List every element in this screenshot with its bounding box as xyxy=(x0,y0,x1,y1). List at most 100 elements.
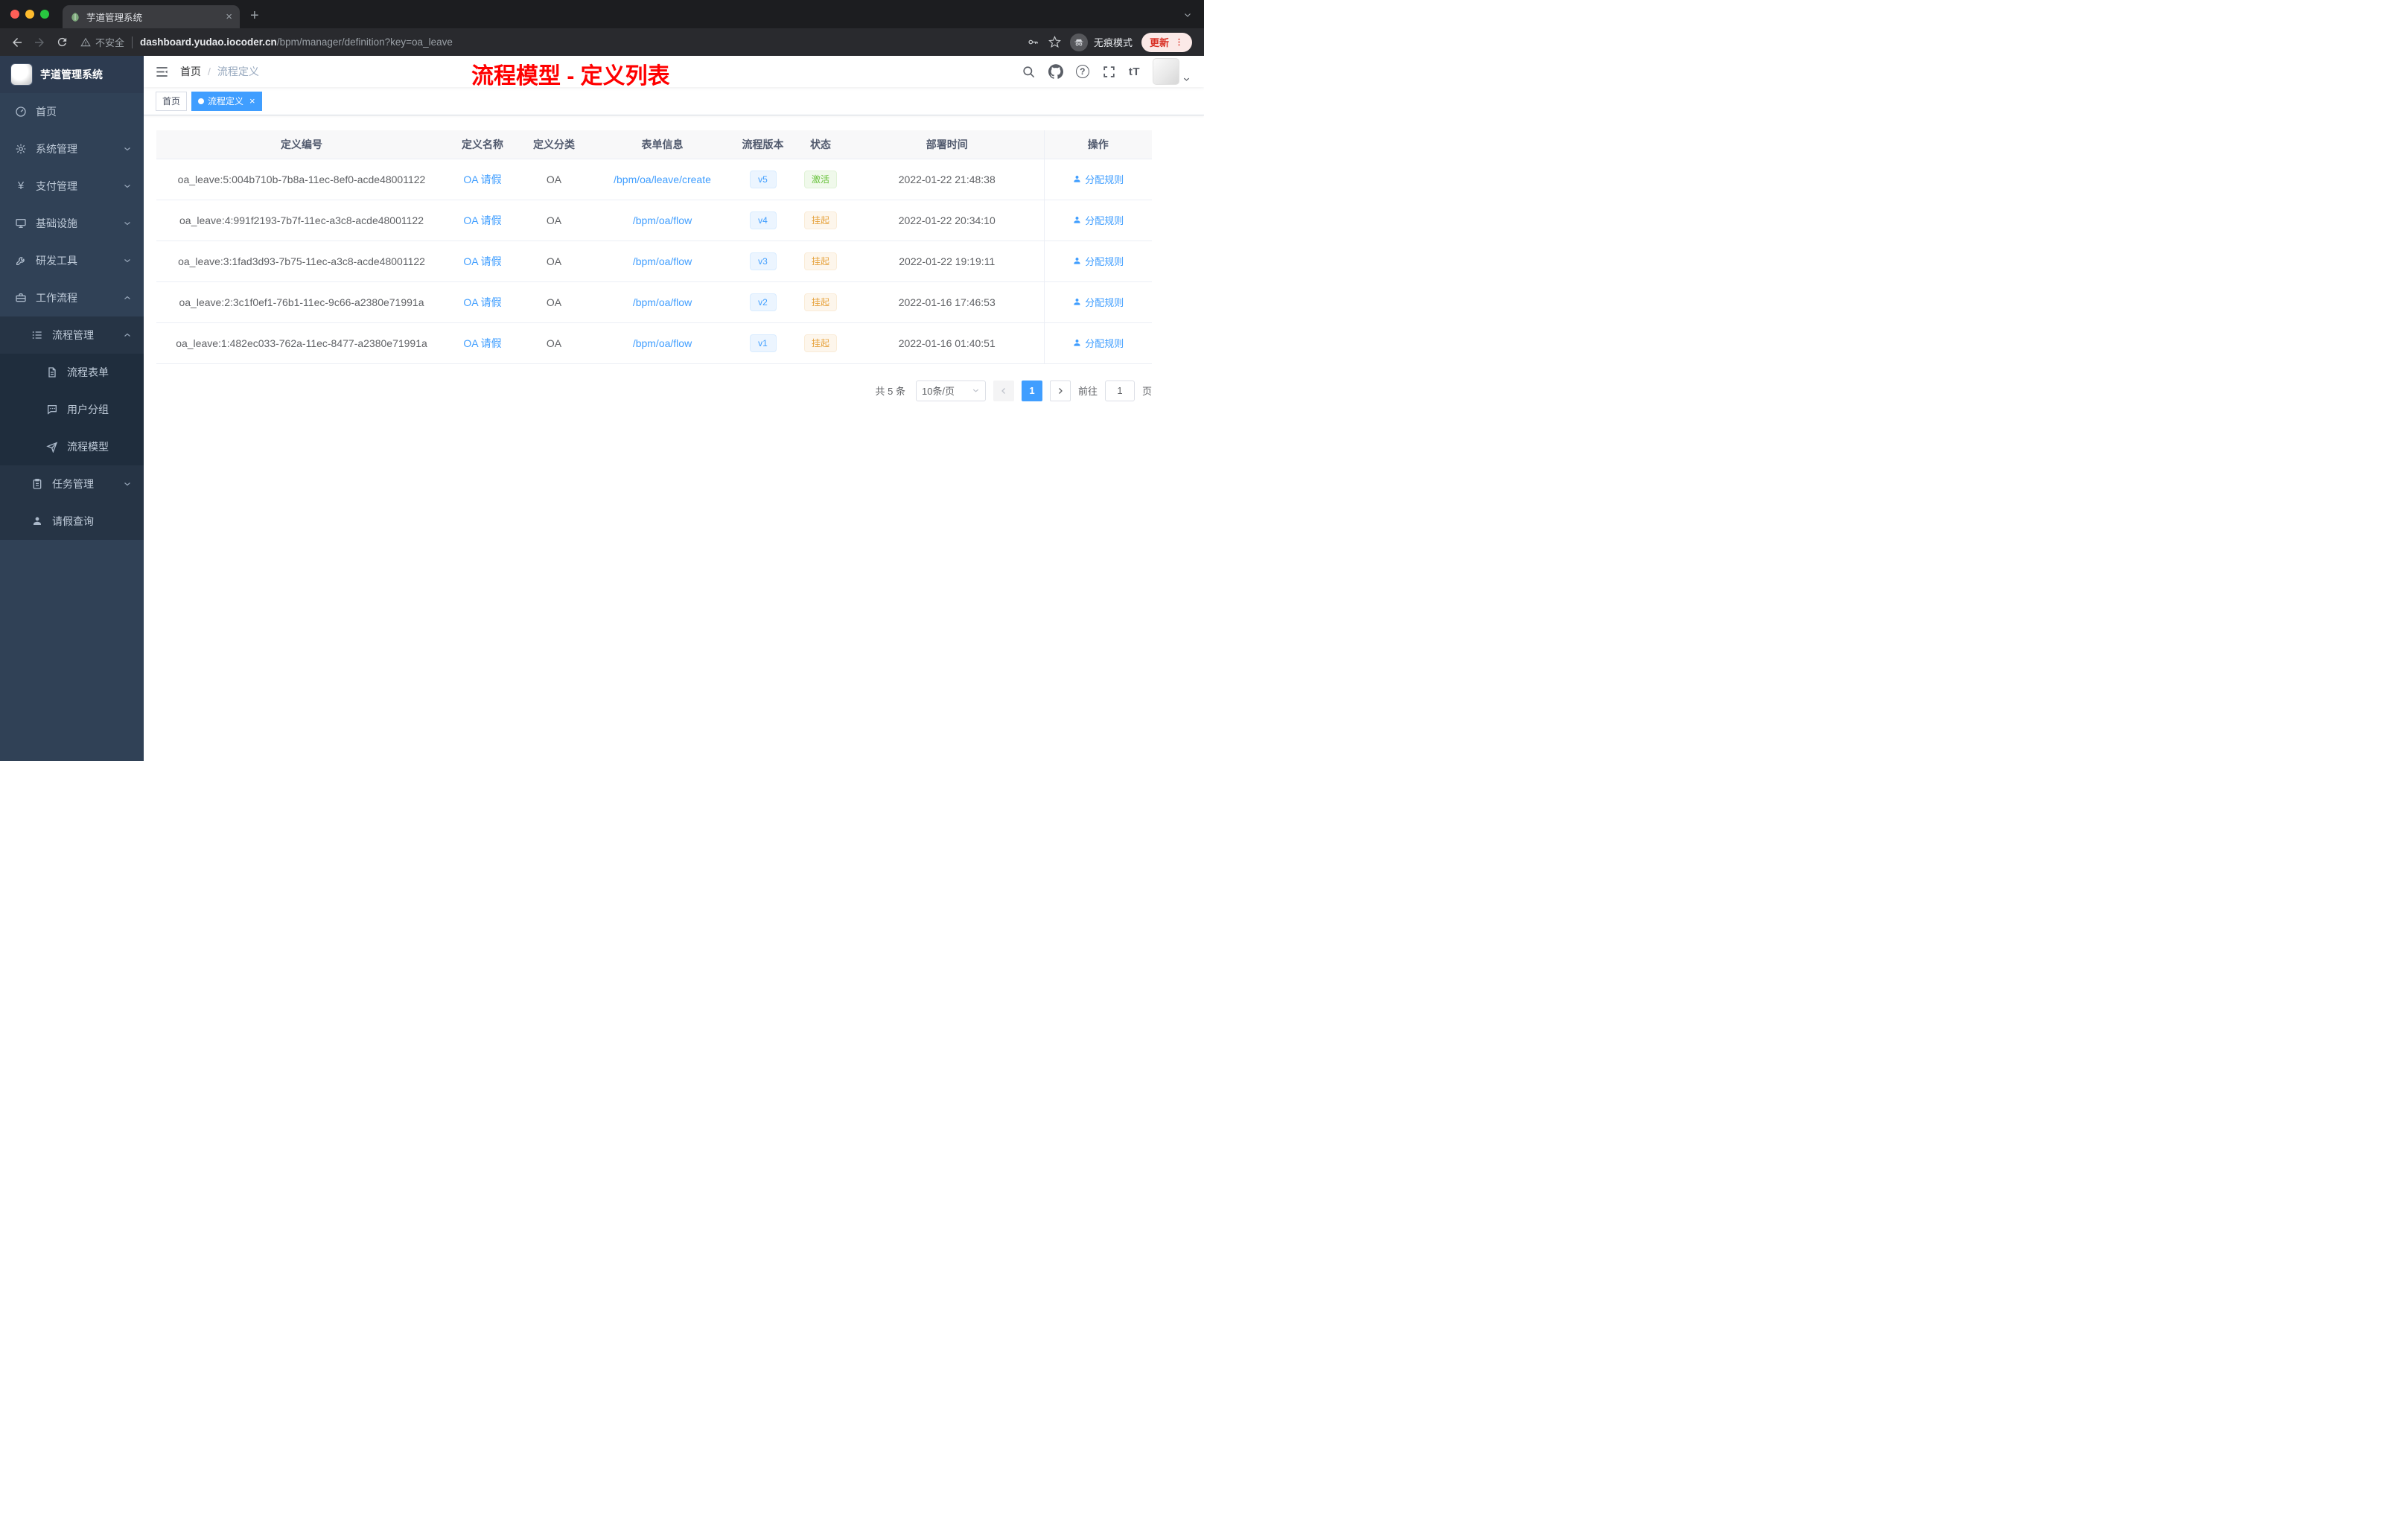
category-cell: OA xyxy=(518,241,590,282)
sidebar-item-dev-tools[interactable]: 研发工具 xyxy=(0,242,144,279)
tag-process-definition[interactable]: 流程定义 × xyxy=(191,91,262,111)
assign-rule-link[interactable]: 分配规则 xyxy=(1072,295,1124,309)
favicon-icon xyxy=(70,12,80,22)
breadcrumb-separator: / xyxy=(208,66,211,77)
column-header: 流程版本 xyxy=(735,130,791,159)
definition-id-cell: oa_leave:3:1fad3d93-7b75-11ec-a3c8-acde4… xyxy=(156,241,447,282)
more-menu-icon[interactable] xyxy=(1174,37,1184,47)
sidebar-item-label: 流程管理 xyxy=(52,329,94,341)
monitor-icon xyxy=(15,217,27,229)
page-size-select[interactable]: 10条/页 xyxy=(915,380,986,401)
new-tab-button[interactable]: + xyxy=(250,8,259,23)
definition-name-link[interactable]: OA 请假 xyxy=(463,337,501,349)
sidebar-item-label: 请假查询 xyxy=(52,515,94,527)
url-path: /bpm/manager/definition?key=oa_leave xyxy=(276,36,453,48)
status-badge: 挂起 xyxy=(803,252,837,270)
assign-rule-link[interactable]: 分配规则 xyxy=(1072,213,1124,227)
sidebar-item-process-management[interactable]: 流程管理 xyxy=(0,316,144,354)
reload-icon[interactable] xyxy=(51,31,73,54)
tab-close-icon[interactable]: × xyxy=(226,11,232,22)
caret-down-icon xyxy=(1182,75,1191,83)
assign-rule-link[interactable]: 分配规则 xyxy=(1072,172,1124,186)
next-page-button[interactable] xyxy=(1049,380,1071,401)
close-window-button[interactable] xyxy=(10,10,19,19)
tab-search-icon[interactable] xyxy=(1183,10,1192,23)
sidebar-item-infrastructure[interactable]: 基础设施 xyxy=(0,205,144,242)
hamburger-icon[interactable] xyxy=(144,65,180,79)
sidebar-item-home[interactable]: 首页 xyxy=(0,93,144,130)
sidebar-item-process-form[interactable]: 流程表单 xyxy=(0,354,144,391)
sidebar-item-label: 支付管理 xyxy=(36,180,77,192)
form-link[interactable]: /bpm/oa/flow xyxy=(633,337,692,349)
deploy-time-cell: 2022-01-16 17:46:53 xyxy=(850,281,1044,323)
sidebar-item-label: 首页 xyxy=(36,106,57,118)
key-icon[interactable] xyxy=(1027,36,1039,48)
form-link[interactable]: /bpm/oa/flow xyxy=(633,296,692,308)
github-icon[interactable] xyxy=(1048,64,1063,79)
pagination: 共 5 条 10条/页 1 前往 页 xyxy=(156,380,1152,401)
form-link[interactable]: /bpm/oa/leave/create xyxy=(614,173,711,185)
chat-icon xyxy=(46,404,58,415)
tag-close-icon[interactable]: × xyxy=(249,96,255,106)
definition-name-link[interactable]: OA 请假 xyxy=(463,173,501,185)
clipboard-icon xyxy=(31,478,43,490)
help-icon[interactable]: ? xyxy=(1075,65,1089,78)
form-link[interactable]: /bpm/oa/flow xyxy=(633,214,692,226)
font-size-icon[interactable]: tT xyxy=(1129,66,1140,78)
form-link[interactable]: /bpm/oa/flow xyxy=(633,255,692,267)
minimize-window-button[interactable] xyxy=(25,10,34,19)
sidebar-item-task-management[interactable]: 任务管理 xyxy=(0,465,144,503)
status-badge: 挂起 xyxy=(803,293,837,311)
browser-update-button[interactable]: 更新 xyxy=(1141,32,1192,52)
sidebar-item-user-group[interactable]: 用户分组 xyxy=(0,391,144,428)
sidebar-item-payment[interactable]: ¥ 支付管理 xyxy=(0,168,144,205)
deploy-time-cell: 2022-01-22 20:34:10 xyxy=(850,200,1044,241)
current-page-button[interactable]: 1 xyxy=(1021,380,1042,401)
sidebar-item-workflow[interactable]: 工作流程 xyxy=(0,279,144,316)
chevron-down-icon xyxy=(123,480,132,488)
chevron-down-icon xyxy=(123,256,132,265)
table-row: oa_leave:2:3c1f0ef1-76b1-11ec-9c66-a2380… xyxy=(156,281,1152,323)
sidebar-logo[interactable]: 芋道管理系统 xyxy=(0,56,144,93)
zoom-window-button[interactable] xyxy=(40,10,49,19)
user-menu[interactable] xyxy=(1153,58,1191,85)
assign-rule-link[interactable]: 分配规则 xyxy=(1072,336,1124,350)
fullscreen-icon[interactable] xyxy=(1102,65,1116,79)
screen: 芋道管理系统 × + 不安全 dashboard.yudao.iocoder.c… xyxy=(0,0,1204,761)
sidebar-item-label: 系统管理 xyxy=(36,143,77,155)
breadcrumb: 首页 / 流程定义 xyxy=(180,64,259,79)
back-icon[interactable] xyxy=(6,31,28,54)
toolbar-right: 无痕模式 更新 xyxy=(1027,32,1192,52)
breadcrumb-home[interactable]: 首页 xyxy=(180,64,201,79)
app-navbar: 首页 / 流程定义 流程模型 - 定义列表 ? tT xyxy=(144,56,1204,89)
definition-name-link[interactable]: OA 请假 xyxy=(463,296,501,308)
chevron-down-icon xyxy=(123,182,132,191)
table-row: oa_leave:5:004b710b-7b8a-11ec-8ef0-acde4… xyxy=(156,159,1152,200)
document-icon xyxy=(46,366,58,378)
column-header: 部署时间 xyxy=(850,130,1044,159)
paper-plane-icon xyxy=(46,441,58,453)
gear-icon xyxy=(15,143,27,155)
sidebar-item-system[interactable]: 系统管理 xyxy=(0,130,144,168)
avatar[interactable] xyxy=(1153,58,1179,85)
list-icon xyxy=(31,329,43,341)
chevron-up-icon xyxy=(123,331,132,340)
main-area: 首页 / 流程定义 流程模型 - 定义列表 ? tT 首页 流程定义 × 定义编… xyxy=(144,56,1204,761)
bookmark-star-icon[interactable] xyxy=(1048,36,1061,48)
goto-page-input[interactable] xyxy=(1104,380,1135,401)
category-cell: OA xyxy=(518,159,590,200)
definition-name-link[interactable]: OA 请假 xyxy=(463,255,501,267)
address-bar[interactable]: 不安全 dashboard.yudao.iocoder.cn /bpm/mana… xyxy=(80,35,1019,49)
search-icon[interactable] xyxy=(1022,65,1036,79)
forward-icon[interactable] xyxy=(28,31,51,54)
incognito-indicator: 无痕模式 xyxy=(1069,33,1133,51)
browser-tab[interactable]: 芋道管理系统 × xyxy=(63,5,240,28)
tag-home[interactable]: 首页 xyxy=(156,91,188,111)
prev-page-button[interactable] xyxy=(993,380,1014,401)
definition-name-link[interactable]: OA 请假 xyxy=(463,214,501,226)
assign-rule-link[interactable]: 分配规则 xyxy=(1072,254,1124,268)
logo-image xyxy=(10,63,33,86)
sidebar-item-leave-query[interactable]: 请假查询 xyxy=(0,503,144,540)
update-label: 更新 xyxy=(1149,37,1169,48)
sidebar-item-process-model[interactable]: 流程模型 xyxy=(0,428,144,465)
